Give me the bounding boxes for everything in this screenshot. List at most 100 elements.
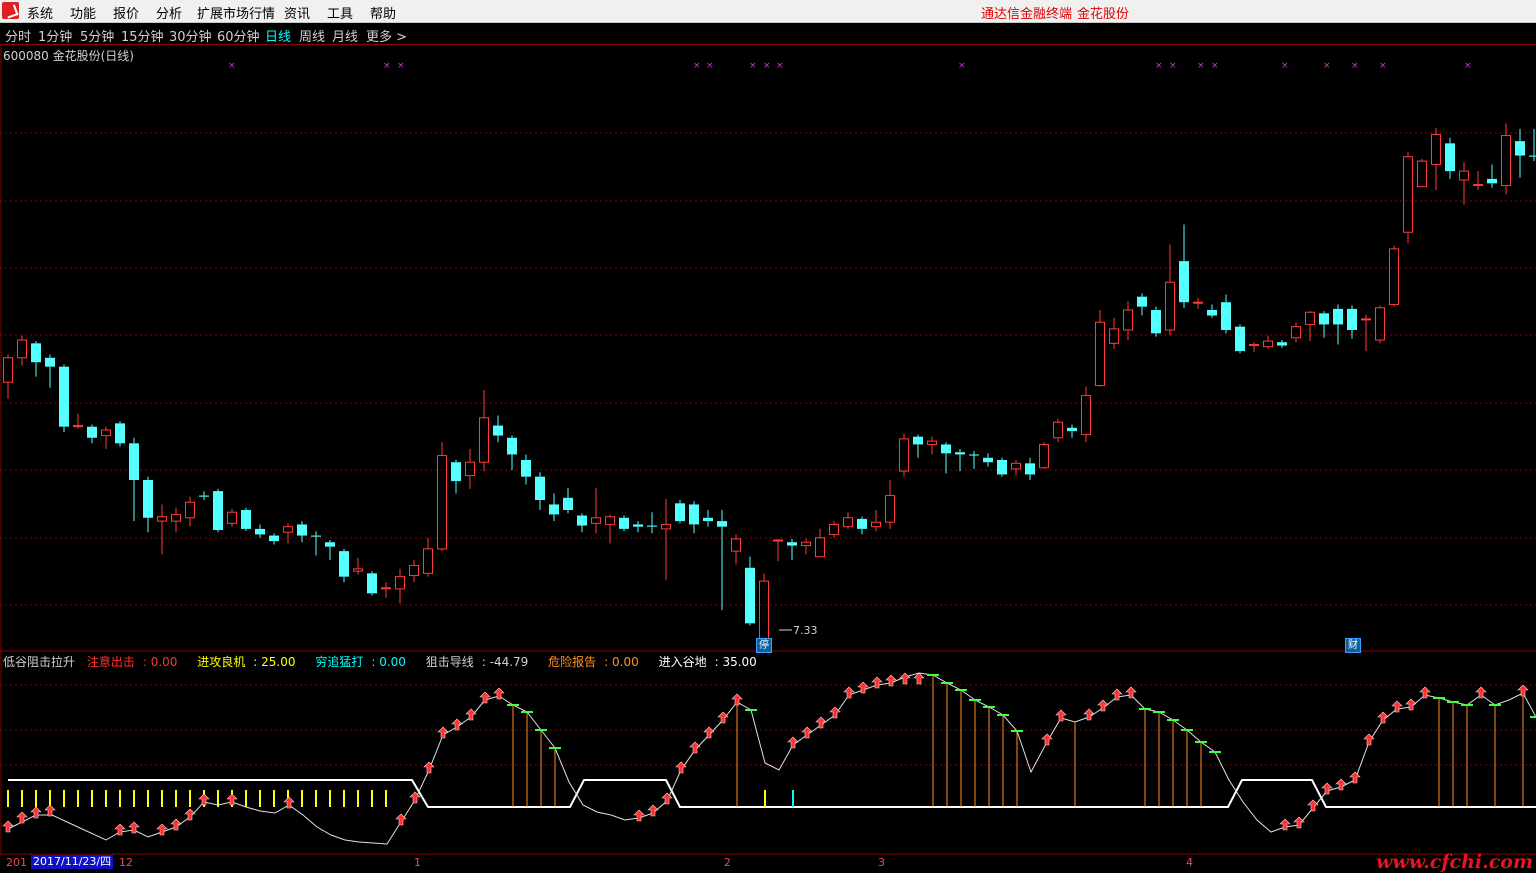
menu-news[interactable]: 资讯 (284, 3, 310, 22)
terminal-link[interactable]: 通达信金融终端 (981, 3, 1072, 22)
candle[interactable] (535, 472, 545, 510)
candle[interactable] (255, 524, 265, 538)
candle[interactable] (605, 514, 615, 544)
period-60min[interactable]: 60分钟 (217, 26, 260, 45)
candle[interactable] (1417, 158, 1427, 188)
period-daily[interactable]: 日线 (265, 26, 291, 45)
candle[interactable] (1137, 293, 1147, 316)
candle[interactable] (269, 533, 279, 545)
period-5min[interactable]: 5分钟 (80, 26, 114, 45)
candle[interactable] (983, 453, 993, 467)
menu-quote[interactable]: 报价 (113, 3, 139, 22)
candle[interactable] (969, 451, 979, 469)
candle[interactable] (437, 442, 447, 552)
candle[interactable] (1347, 305, 1357, 339)
menu-system[interactable]: 系统 (27, 3, 53, 22)
period-more[interactable]: 更多 > (366, 26, 407, 45)
candle[interactable] (479, 390, 489, 472)
candle[interactable] (577, 513, 587, 533)
candle[interactable] (353, 557, 363, 575)
candle[interactable] (45, 354, 55, 388)
candle[interactable] (409, 560, 419, 583)
candle[interactable] (1291, 322, 1301, 343)
candle[interactable] (59, 364, 69, 433)
kline-chart[interactable]: × × × × × × × × × × × × × × × × × × 7.33 (0, 45, 1536, 855)
candle[interactable] (1235, 324, 1245, 354)
candle[interactable] (1011, 460, 1021, 476)
candle[interactable] (927, 436, 937, 455)
candle[interactable] (1473, 171, 1483, 190)
candle[interactable] (1389, 245, 1399, 307)
candle[interactable] (227, 508, 237, 527)
candle[interactable] (339, 548, 349, 583)
period-30min[interactable]: 30分钟 (169, 26, 212, 45)
candle[interactable] (185, 496, 195, 527)
candle[interactable] (381, 582, 391, 598)
period-1min[interactable]: 1分钟 (38, 26, 72, 45)
stock-name-link[interactable]: 金花股份 (1077, 3, 1129, 22)
period-15min[interactable]: 15分钟 (121, 26, 164, 45)
candle[interactable] (1109, 317, 1119, 349)
candle[interactable] (395, 568, 405, 604)
candle[interactable] (955, 448, 965, 472)
candle[interactable] (675, 500, 685, 524)
candle[interactable] (367, 571, 377, 596)
menu-extended-market[interactable]: 扩展市场行情 (197, 3, 275, 22)
candle[interactable] (1319, 311, 1329, 338)
candle[interactable] (703, 510, 713, 527)
candle[interactable] (1151, 306, 1161, 337)
candle[interactable] (1179, 224, 1189, 308)
candle[interactable] (829, 521, 839, 538)
candle[interactable] (73, 413, 83, 429)
candle[interactable] (759, 573, 769, 647)
candle[interactable] (745, 556, 755, 626)
candle[interactable] (241, 507, 251, 532)
candle[interactable] (1277, 340, 1287, 348)
candle[interactable] (493, 415, 503, 443)
candle[interactable] (843, 512, 853, 529)
candle[interactable] (773, 538, 783, 562)
candle[interactable] (941, 442, 951, 474)
finance-badge[interactable]: 财 (1345, 638, 1361, 653)
candle[interactable] (213, 488, 223, 533)
period-weekly[interactable]: 周线 (299, 26, 325, 45)
candle[interactable] (1431, 127, 1441, 190)
candle[interactable] (1263, 335, 1273, 349)
candle[interactable] (1207, 304, 1217, 318)
candle[interactable] (619, 515, 629, 532)
candle[interactable] (1375, 305, 1385, 344)
candle[interactable] (885, 480, 895, 529)
candle[interactable] (1305, 311, 1315, 342)
candle[interactable] (563, 487, 573, 514)
candle[interactable] (1403, 152, 1413, 244)
candle[interactable] (157, 504, 167, 555)
candle[interactable] (1067, 424, 1077, 438)
candle[interactable] (143, 476, 153, 533)
candle[interactable] (1361, 314, 1371, 352)
candle[interactable] (423, 537, 433, 577)
candle[interactable] (731, 534, 741, 565)
candle[interactable] (717, 510, 727, 610)
candle[interactable] (1333, 304, 1343, 345)
candle[interactable] (871, 510, 881, 532)
candle[interactable] (507, 435, 517, 470)
candle[interactable] (115, 421, 125, 447)
candle[interactable] (1165, 244, 1175, 336)
candle[interactable] (129, 437, 139, 522)
candle[interactable] (3, 354, 13, 399)
candle[interactable] (171, 507, 181, 533)
candle[interactable] (787, 538, 797, 560)
candle[interactable] (325, 540, 335, 560)
candle[interactable] (1501, 123, 1511, 195)
candle[interactable] (1123, 301, 1133, 340)
candle[interactable] (311, 531, 321, 556)
menu-function[interactable]: 功能 (70, 3, 96, 22)
candle[interactable] (1515, 128, 1525, 178)
candle[interactable] (1081, 386, 1091, 443)
candle[interactable] (1249, 342, 1259, 353)
candle[interactable] (647, 512, 657, 534)
candle[interactable] (997, 457, 1007, 477)
menu-tools[interactable]: 工具 (327, 3, 353, 22)
candle[interactable] (31, 341, 41, 377)
candle[interactable] (591, 487, 601, 534)
